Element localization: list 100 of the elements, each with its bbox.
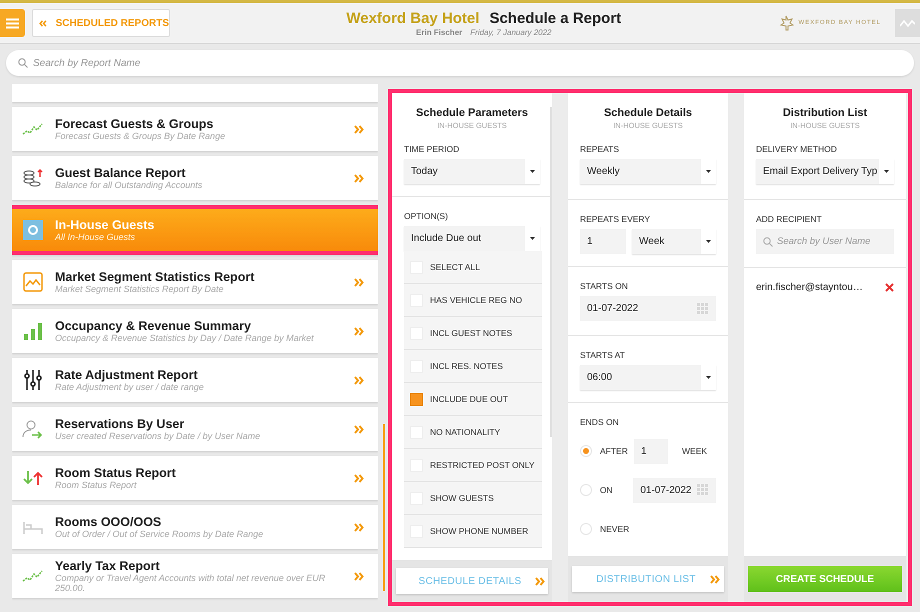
coins-icon: [22, 168, 44, 188]
column-title: Schedule Parameters: [416, 107, 528, 119]
option-checkbox[interactable]: INCL RES. NOTES: [404, 350, 542, 383]
caret-icon: [706, 376, 711, 379]
caret-icon: [706, 240, 711, 243]
radio-button[interactable]: [580, 523, 592, 536]
option-label: SELECT ALL: [430, 262, 480, 272]
radio-label: ON: [600, 485, 614, 496]
checkbox[interactable]: [410, 392, 423, 406]
option-label: INCLUDE DUE OUT: [430, 394, 508, 404]
report-item[interactable]: Occupancy & Revenue Summary Occupancy & Revenue Statistics by Day / Date Range by Market: [12, 309, 378, 353]
field-label: TIME PERIOD: [404, 144, 460, 154]
report-item[interactable]: Reservations By User User created Reservations by Date / by User Name: [12, 407, 378, 451]
report-description: Market Segment Statistics Report By Date: [55, 284, 225, 294]
date-text: Friday, 7 January 2022: [470, 28, 552, 36]
line-chart-icon: [23, 272, 43, 292]
options-select[interactable]: Include Due out: [404, 226, 540, 251]
report-item[interactable]: Guest Balance Report Balance for all Outstanding Accounts: [12, 156, 378, 200]
caret-icon: [530, 237, 535, 240]
chevrons-icon: [39, 18, 47, 28]
page-title: Schedule a Report: [489, 10, 622, 26]
count-field[interactable]: 1: [580, 228, 626, 254]
delivery-method-select[interactable]: Email Export Delivery Typ: [756, 159, 894, 184]
time-select[interactable]: 06:00: [580, 364, 716, 390]
option-label: SHOW PHONE NUMBER: [430, 526, 528, 536]
option-checkbox[interactable]: SHOW GUESTS: [404, 482, 542, 515]
report-item[interactable]: Rooms OOO/OOS Out of Order / Out of Service Rooms by Date Range: [12, 505, 378, 549]
chevrons-icon: [354, 376, 364, 384]
report-title: In-House Guests: [55, 218, 156, 232]
unit-select[interactable]: Week: [632, 228, 716, 254]
chevrons-icon: [354, 522, 364, 532]
menu-button[interactable]: [0, 9, 25, 37]
report-description: Forecast Guests & Groups By Date Range: [55, 131, 226, 141]
report-description: Balance for all Outstanding Accounts: [55, 180, 204, 190]
remove-icon[interactable]: [885, 283, 894, 292]
option-checkbox[interactable]: INCLUDE DUE OUT: [404, 383, 542, 416]
caret-icon: [706, 170, 711, 173]
option-checkbox[interactable]: SELECT ALL: [404, 251, 542, 284]
report-item[interactable]: Forecast Guests & Groups Forecast Guests & Groups By Date Range: [12, 107, 378, 151]
option-label: HAS VEHICLE REG NO: [430, 295, 522, 305]
sliders-icon: [24, 370, 42, 390]
chevrons-icon: [710, 574, 720, 584]
leaf-icon: [778, 15, 794, 31]
field-label: STARTS ON: [580, 281, 629, 292]
radio-button[interactable]: [580, 484, 592, 496]
chevrons-icon: [354, 278, 364, 286]
report-title: Room Status Report: [55, 466, 177, 480]
chevrons-icon: [354, 174, 364, 182]
option-checkbox[interactable]: SHOW PHONE NUMBER: [404, 515, 542, 548]
option-checkbox[interactable]: HAS VEHICLE REG NO: [404, 284, 542, 317]
chevrons-icon: [354, 124, 364, 134]
bed-icon: [23, 520, 43, 534]
option-label: INCL RES. NOTES: [430, 361, 503, 371]
option-checkbox[interactable]: INCL GUEST NOTES: [404, 317, 542, 350]
chevrons-icon: [354, 572, 364, 580]
report-item[interactable]: Yearly Tax Report Company or Travel Agent Accounts with total net revenue over EUR 250.00.: [12, 554, 378, 598]
date-field[interactable]: 01-07-2022: [633, 478, 716, 503]
report-description: All In-House Guests: [55, 232, 136, 242]
report-title: Reservations By User: [55, 417, 186, 431]
report-title: Forecast Guests & Groups: [55, 117, 214, 131]
time-period-select[interactable]: Today: [404, 159, 540, 184]
report-title: Occupancy & Revenue Summary: [55, 319, 252, 333]
caret-icon: [884, 170, 889, 173]
caret-icon: [530, 170, 535, 173]
date-field[interactable]: 01-07-2022: [580, 296, 716, 322]
field-label: OPTION(S): [404, 211, 449, 221]
field-label: REPEATS EVERY: [580, 214, 652, 224]
up-down-arrows-icon: [23, 471, 43, 485]
chevrons-icon: [354, 424, 364, 434]
calendar-icon[interactable]: [697, 484, 709, 496]
calendar-icon[interactable]: [697, 302, 709, 315]
radio-label: AFTER: [600, 446, 626, 456]
radio-button[interactable]: [580, 445, 592, 458]
search-icon: [763, 236, 773, 246]
column-title: Schedule Details: [604, 107, 692, 119]
report-description: Company or Travel Agent Accounts with total net revenue over EUR 250.00.: [55, 573, 326, 593]
recipient-email: erin.fischer@stayntou…: [756, 282, 863, 293]
report-item[interactable]: Rate Adjustment Report Rate Adjustment by user / date range: [12, 358, 378, 402]
repeats-select[interactable]: Weekly: [580, 159, 716, 184]
count-field[interactable]: 1: [634, 438, 668, 464]
option-checkbox[interactable]: RESTRICTED POST ONLY: [404, 449, 542, 482]
activity-icon: [900, 18, 915, 28]
option-label: SHOW GUESTS: [430, 493, 494, 503]
activity-button[interactable]: [895, 9, 920, 37]
report-title: Market Segment Statistics Report: [55, 270, 256, 284]
chevrons-icon: [354, 474, 364, 482]
report-item[interactable]: Room Status Report Room Status Report: [12, 456, 378, 500]
option-label: RESTRICTED POST ONLY: [430, 460, 535, 470]
user-arrow-icon: [22, 419, 44, 439]
report-title: Yearly Tax Report: [55, 559, 161, 573]
option-checkbox[interactable]: NO NATIONALITY: [404, 416, 542, 449]
report-item[interactable]: Market Segment Statistics Report Market Segment Statistics Report By Date: [12, 260, 378, 304]
field-label: DELIVERY METHOD: [756, 144, 838, 154]
unit-label: WEEK: [682, 446, 708, 456]
recipient-search-field[interactable]: Search by User Name: [777, 229, 887, 254]
hotel-name: Wexford Bay Hotel: [346, 10, 480, 26]
report-title: Guest Balance Report: [55, 166, 187, 180]
report-title: Rooms OOO/OOS: [55, 515, 162, 529]
chevrons-icon: [535, 576, 546, 586]
recipient-search-box[interactable]: Search by User Name: [756, 229, 894, 254]
